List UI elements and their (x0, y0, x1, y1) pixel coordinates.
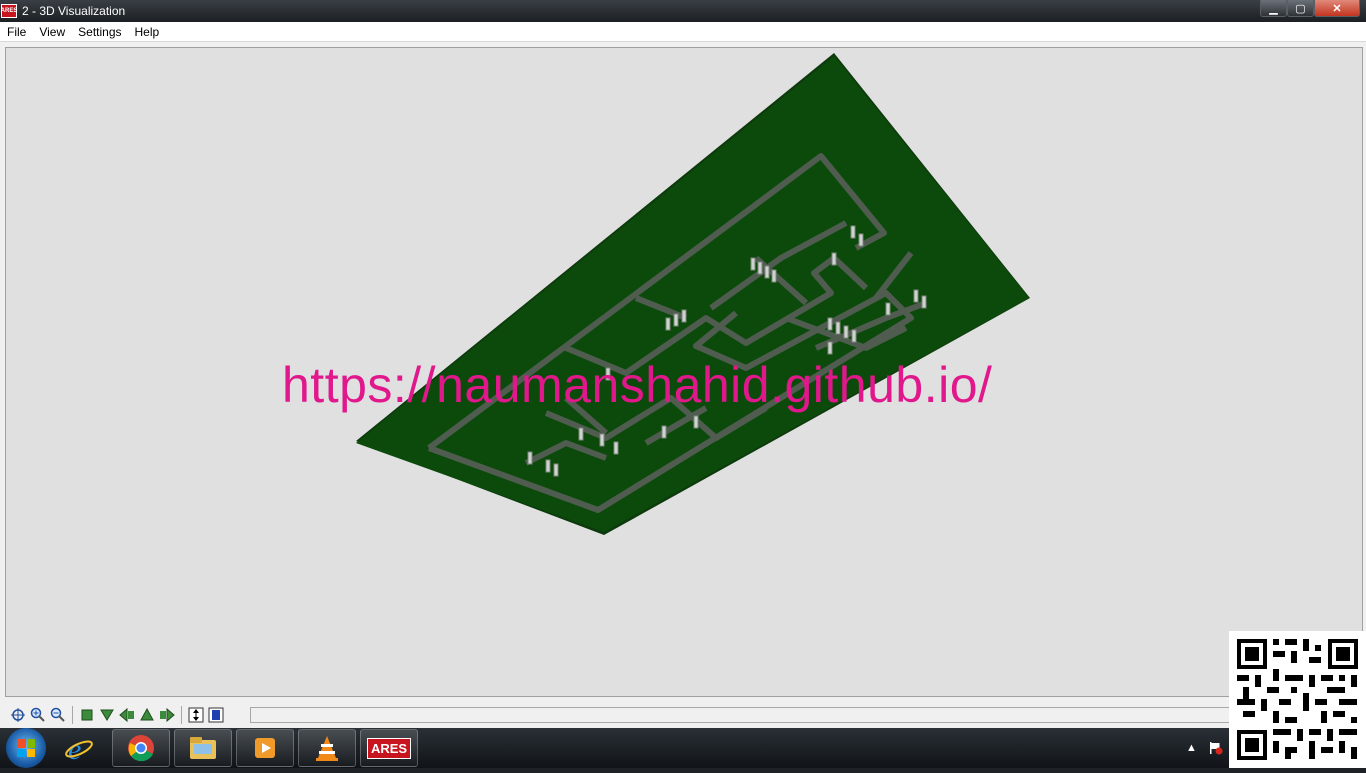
front-view-icon[interactable] (97, 705, 117, 725)
right-view-icon[interactable] (157, 705, 177, 725)
left-view-icon[interactable] (117, 705, 137, 725)
menu-file[interactable]: File (0, 25, 32, 39)
internet-explorer-icon[interactable]: e (50, 729, 108, 767)
toolbar-separator (181, 706, 182, 724)
main-frame: https://naumanshahid.github.io/ (0, 42, 1366, 728)
close-button[interactable]: ✕ (1314, 0, 1360, 17)
maximize-button[interactable]: ▢ (1287, 0, 1314, 17)
vlc-icon[interactable] (298, 729, 356, 767)
toolbar-separator (72, 706, 73, 724)
ares-icon[interactable]: ARES (360, 729, 418, 767)
rear-view-icon[interactable] (137, 705, 157, 725)
top-view-icon[interactable] (77, 705, 97, 725)
3d-viewport[interactable]: https://naumanshahid.github.io/ (5, 47, 1363, 697)
qr-code (1229, 631, 1366, 768)
chrome-icon[interactable] (112, 729, 170, 767)
components-icon[interactable] (206, 705, 226, 725)
title-bar: ARES 2 - 3D Visualization ▁ ▢ ✕ (0, 0, 1366, 22)
action-center-flag-icon[interactable] (1207, 740, 1223, 756)
watermark-url: https://naumanshahid.github.io/ (282, 357, 993, 413)
zoom-in-icon[interactable] (28, 705, 48, 725)
window-title: 2 - 3D Visualization (22, 4, 126, 18)
window-controls: ▁ ▢ ✕ (1260, 0, 1360, 17)
taskbar: e ARES ▲ (0, 728, 1366, 768)
menu-view[interactable]: View (32, 25, 71, 39)
ares-app-icon: ARES (1, 4, 17, 18)
status-bar (250, 707, 1230, 723)
height-icon[interactable] (186, 705, 206, 725)
crosshair-icon[interactable] (8, 705, 28, 725)
qr-code-graphic (1237, 639, 1358, 760)
file-explorer-icon[interactable] (174, 729, 232, 767)
zoom-out-icon[interactable] (48, 705, 68, 725)
menu-settings[interactable]: Settings (71, 25, 127, 39)
minimize-button[interactable]: ▁ (1260, 0, 1287, 17)
view-toolbar (0, 702, 1366, 728)
menu-bar: File View Settings Help (0, 22, 1366, 42)
tray-expand-icon[interactable]: ▲ (1186, 742, 1197, 754)
menu-help[interactable]: Help (128, 25, 166, 39)
media-player-icon[interactable] (236, 729, 294, 767)
windows-logo-icon (17, 739, 35, 757)
start-button[interactable] (6, 728, 46, 768)
system-tray: ▲ (1186, 728, 1223, 768)
